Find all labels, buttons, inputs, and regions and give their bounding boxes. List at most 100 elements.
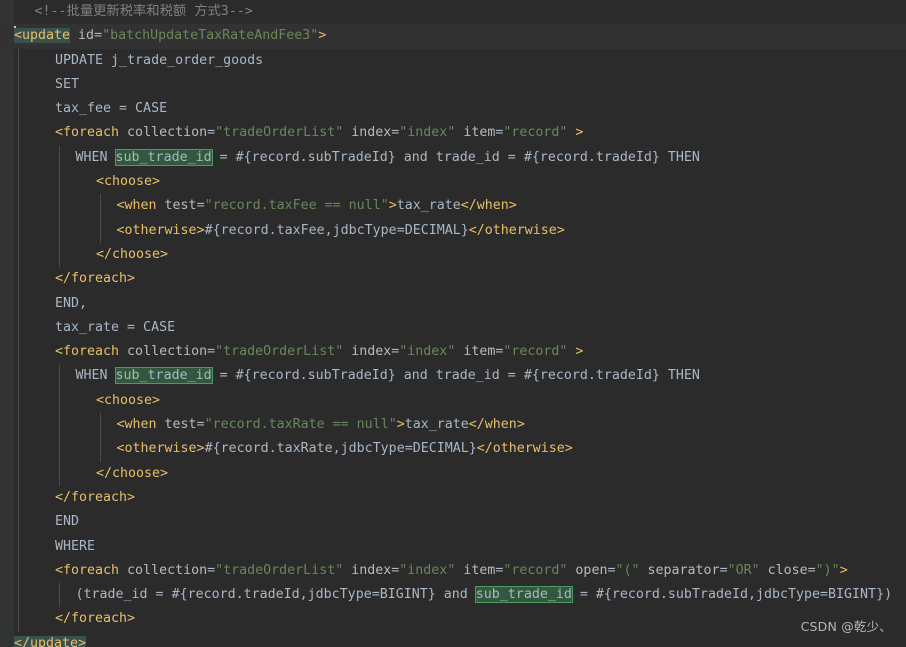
code-line[interactable]: <otherwise>#{record.taxFee,jdbcType=DECI… xyxy=(0,218,906,243)
token-string: "index" xyxy=(399,344,456,360)
highlighted-identifier[interactable]: sub_trade_id xyxy=(114,148,213,166)
matched-tag[interactable]: </update> xyxy=(14,635,87,647)
code-line-content: </choose> xyxy=(96,243,168,267)
code-line[interactable]: tax_rate = CASE xyxy=(0,315,906,341)
code-line[interactable]: </foreach> xyxy=(0,607,906,632)
code-lines-container[interactable]: <!--批量更新税率和税额 方式3--> <update id="batchUpd… xyxy=(0,0,906,647)
code-line-content: <update id="batchUpdateTaxRateAndFee3"> xyxy=(14,24,326,48)
indent-guide xyxy=(59,461,60,486)
code-line-content: <otherwise>#{record.taxFee,jdbcType=DECI… xyxy=(117,219,565,243)
code-line[interactable]: <choose> xyxy=(0,388,906,414)
token-string: "record" xyxy=(503,562,568,578)
indent-guide xyxy=(18,388,19,414)
indent-guide xyxy=(18,413,19,438)
code-line[interactable]: tax_fee = CASE xyxy=(0,97,906,122)
code-line-content: <foreach collection="tradeOrderList" ind… xyxy=(55,121,583,145)
indent-guide xyxy=(18,291,19,316)
code-line[interactable]: </foreach> xyxy=(0,485,906,511)
indent-guide xyxy=(59,413,60,438)
token-eq: = xyxy=(196,198,205,214)
indent-guide xyxy=(18,97,19,122)
token-tag: <otherwise> xyxy=(116,222,205,238)
code-line[interactable]: <foreach collection="tradeOrderList" ind… xyxy=(0,121,906,146)
code-line[interactable]: SET xyxy=(0,72,906,98)
code-line[interactable]: </choose> xyxy=(0,461,906,486)
code-line[interactable]: <otherwise>#{record.taxRate,jdbcType=DEC… xyxy=(0,437,906,462)
token-tag: <choose> xyxy=(96,174,161,190)
highlighted-identifier[interactable]: sub_trade_id xyxy=(474,586,573,604)
indent-guide xyxy=(59,583,60,608)
code-line[interactable]: <when test="record.taxFee == null">tax_r… xyxy=(0,194,906,219)
highlighted-identifier[interactable]: sub_trade_id xyxy=(114,367,213,385)
token-attr: collection xyxy=(119,125,208,141)
indent-guide xyxy=(100,413,101,438)
code-line-content: UPDATE j_trade_order_goods xyxy=(55,49,263,73)
indent-guide xyxy=(59,242,60,268)
code-line-content: tax_rate = CASE xyxy=(55,316,175,340)
indent-guide xyxy=(18,194,19,219)
token-attr: open xyxy=(567,562,608,578)
token-eq: = xyxy=(207,344,216,360)
indent-guide xyxy=(18,534,19,559)
indent-guide xyxy=(59,388,60,414)
code-line[interactable]: <when test="record.taxRate == null">tax_… xyxy=(0,413,906,438)
indent-guide xyxy=(59,170,60,195)
code-line[interactable]: END, xyxy=(0,291,906,316)
code-line[interactable]: WHERE xyxy=(0,534,906,559)
token-attr: index xyxy=(343,344,392,360)
token-attr: index xyxy=(343,562,392,578)
code-line-content: tax_fee = CASE xyxy=(55,97,167,121)
token-tag: > xyxy=(567,344,584,360)
code-line[interactable]: <foreach collection="tradeOrderList" ind… xyxy=(0,340,906,365)
code-line[interactable]: </foreach> xyxy=(0,267,906,292)
token-tag: <when xyxy=(116,198,157,214)
code-line-content: (trade_id = #{record.tradeId,jdbcType=BI… xyxy=(76,583,892,607)
code-line-content: <foreach collection="tradeOrderList" ind… xyxy=(55,559,848,583)
token-text: tax_rate xyxy=(404,417,469,433)
token-attr: test xyxy=(156,198,197,214)
token-string: "(" xyxy=(615,562,640,578)
indent-guide xyxy=(18,558,19,584)
token-tag: </otherwise> xyxy=(476,441,573,457)
code-line[interactable]: (trade_id = #{record.tradeId,jdbcType=BI… xyxy=(0,583,906,608)
token-tag: </otherwise> xyxy=(468,222,565,238)
token-string: "record" xyxy=(503,344,568,360)
code-line[interactable]: <foreach collection="tradeOrderList" ind… xyxy=(0,558,906,584)
indent-guide xyxy=(18,48,19,73)
code-line[interactable]: UPDATE j_trade_order_goods xyxy=(0,48,906,73)
code-line[interactable]: END xyxy=(0,510,906,535)
token-text: #{record.taxRate,jdbcType=DECIMAL} xyxy=(204,441,477,457)
token-string: "OR" xyxy=(727,562,760,578)
indent-guide xyxy=(18,72,19,98)
token-tag: <when xyxy=(116,417,157,433)
token-attr: collection xyxy=(119,344,208,360)
token-tag: <foreach xyxy=(55,562,120,578)
token-text: END xyxy=(55,514,80,530)
indent-guide xyxy=(18,218,19,243)
code-line-content: <foreach collection="tradeOrderList" ind… xyxy=(55,340,583,364)
token-text: #{record.taxFee,jdbcType=DECIMAL} xyxy=(204,222,469,238)
token-tag: <foreach xyxy=(55,125,120,141)
code-editor[interactable]: <!--批量更新税率和税额 方式3--> <update id="batchUpd… xyxy=(0,0,906,647)
token-tag: > xyxy=(839,562,848,578)
token-eq: = xyxy=(94,28,103,44)
code-line[interactable]: <choose> xyxy=(0,170,906,195)
token-eq: = xyxy=(719,562,728,578)
indent-guide xyxy=(59,364,60,389)
code-line-content: WHEN sub_trade_id = #{record.subTradeId}… xyxy=(76,364,700,388)
matched-tag[interactable]: <update xyxy=(14,28,71,44)
token-attr: item xyxy=(455,125,496,141)
token-text: WHEN xyxy=(75,149,116,165)
token-tag: </when> xyxy=(468,417,525,433)
token-eq: = xyxy=(207,125,216,141)
code-line[interactable]: WHEN sub_trade_id = #{record.subTradeId}… xyxy=(0,145,906,171)
token-attr: collection xyxy=(119,562,208,578)
code-line[interactable]: WHEN sub_trade_id = #{record.subTradeId}… xyxy=(0,364,906,389)
token-tag: > xyxy=(388,198,397,214)
token-text: tax_rate xyxy=(396,198,461,214)
code-line[interactable]: </update> xyxy=(0,632,906,647)
code-line[interactable]: <!--批量更新税率和税额 方式3--> xyxy=(0,0,906,24)
code-line[interactable]: <update id="batchUpdateTaxRateAndFee3"> xyxy=(0,24,906,49)
token-string: "batchUpdateTaxRateAndFee3" xyxy=(102,28,319,44)
code-line[interactable]: </choose> xyxy=(0,242,906,268)
